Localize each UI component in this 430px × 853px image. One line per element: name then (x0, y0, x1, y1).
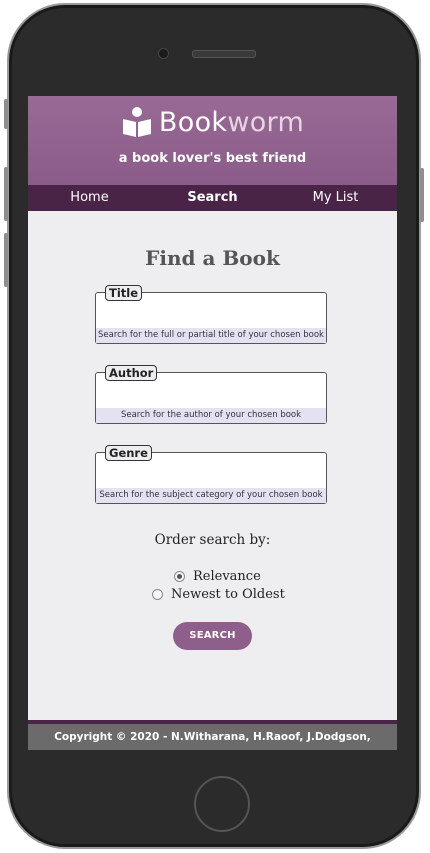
search-button[interactable]: SEARCH (173, 622, 252, 650)
mute-switch (4, 99, 8, 129)
genre-field-hint: Search for the subject category of your … (96, 488, 326, 503)
logo[interactable]: Bookworm (28, 106, 397, 138)
book-reader-icon (122, 107, 151, 137)
author-field-hint: Search for the author of your chosen boo… (96, 408, 326, 423)
power-button (420, 168, 424, 222)
author-field-legend: Author (105, 365, 158, 381)
genre-field-legend: Genre (105, 445, 152, 461)
site-footer: Copyright © 2020 - N.Witharana, H.Raoof,… (28, 724, 397, 750)
title-field[interactable]: Title Search for the full or partial tit… (95, 285, 327, 344)
order-option-relevance[interactable]: Relevance (174, 569, 261, 584)
title-field-hint: Search for the full or partial title of … (96, 328, 326, 343)
order-option-newest[interactable]: Newest to Oldest (152, 587, 285, 602)
nav-item-my-list[interactable]: My List (274, 185, 397, 211)
nav-item-home[interactable]: Home (28, 185, 151, 211)
order-label: Order search by: (154, 532, 271, 548)
title-field-legend: Title (105, 285, 143, 301)
app-screen: Bookworm a book lover's best friend Home… (28, 96, 397, 750)
nav-item-search[interactable]: Search (151, 185, 274, 211)
site-header: Bookworm a book lover's best friend (28, 96, 397, 185)
radio-newest[interactable] (152, 589, 163, 600)
radio-relevance-label: Relevance (193, 569, 261, 584)
speaker-grille (192, 50, 256, 58)
volume-down-button (4, 233, 8, 287)
tagline: a book lover's best friend (118, 151, 307, 166)
volume-up-button (4, 167, 8, 221)
radio-newest-label: Newest to Oldest (171, 587, 285, 602)
genre-field[interactable]: Genre Search for the subject category of… (95, 445, 327, 504)
author-field[interactable]: Author Search for the author of your cho… (95, 365, 327, 424)
main-nav: Home Search My List (28, 185, 397, 211)
camera-icon (158, 48, 169, 59)
radio-relevance[interactable] (174, 571, 185, 582)
home-button[interactable] (194, 776, 250, 832)
brand-name-part2: worm (227, 106, 305, 138)
brand-name-part1: Book (158, 106, 228, 138)
brand-name: Bookworm (159, 107, 304, 138)
page-title: Find a Book (145, 246, 280, 270)
